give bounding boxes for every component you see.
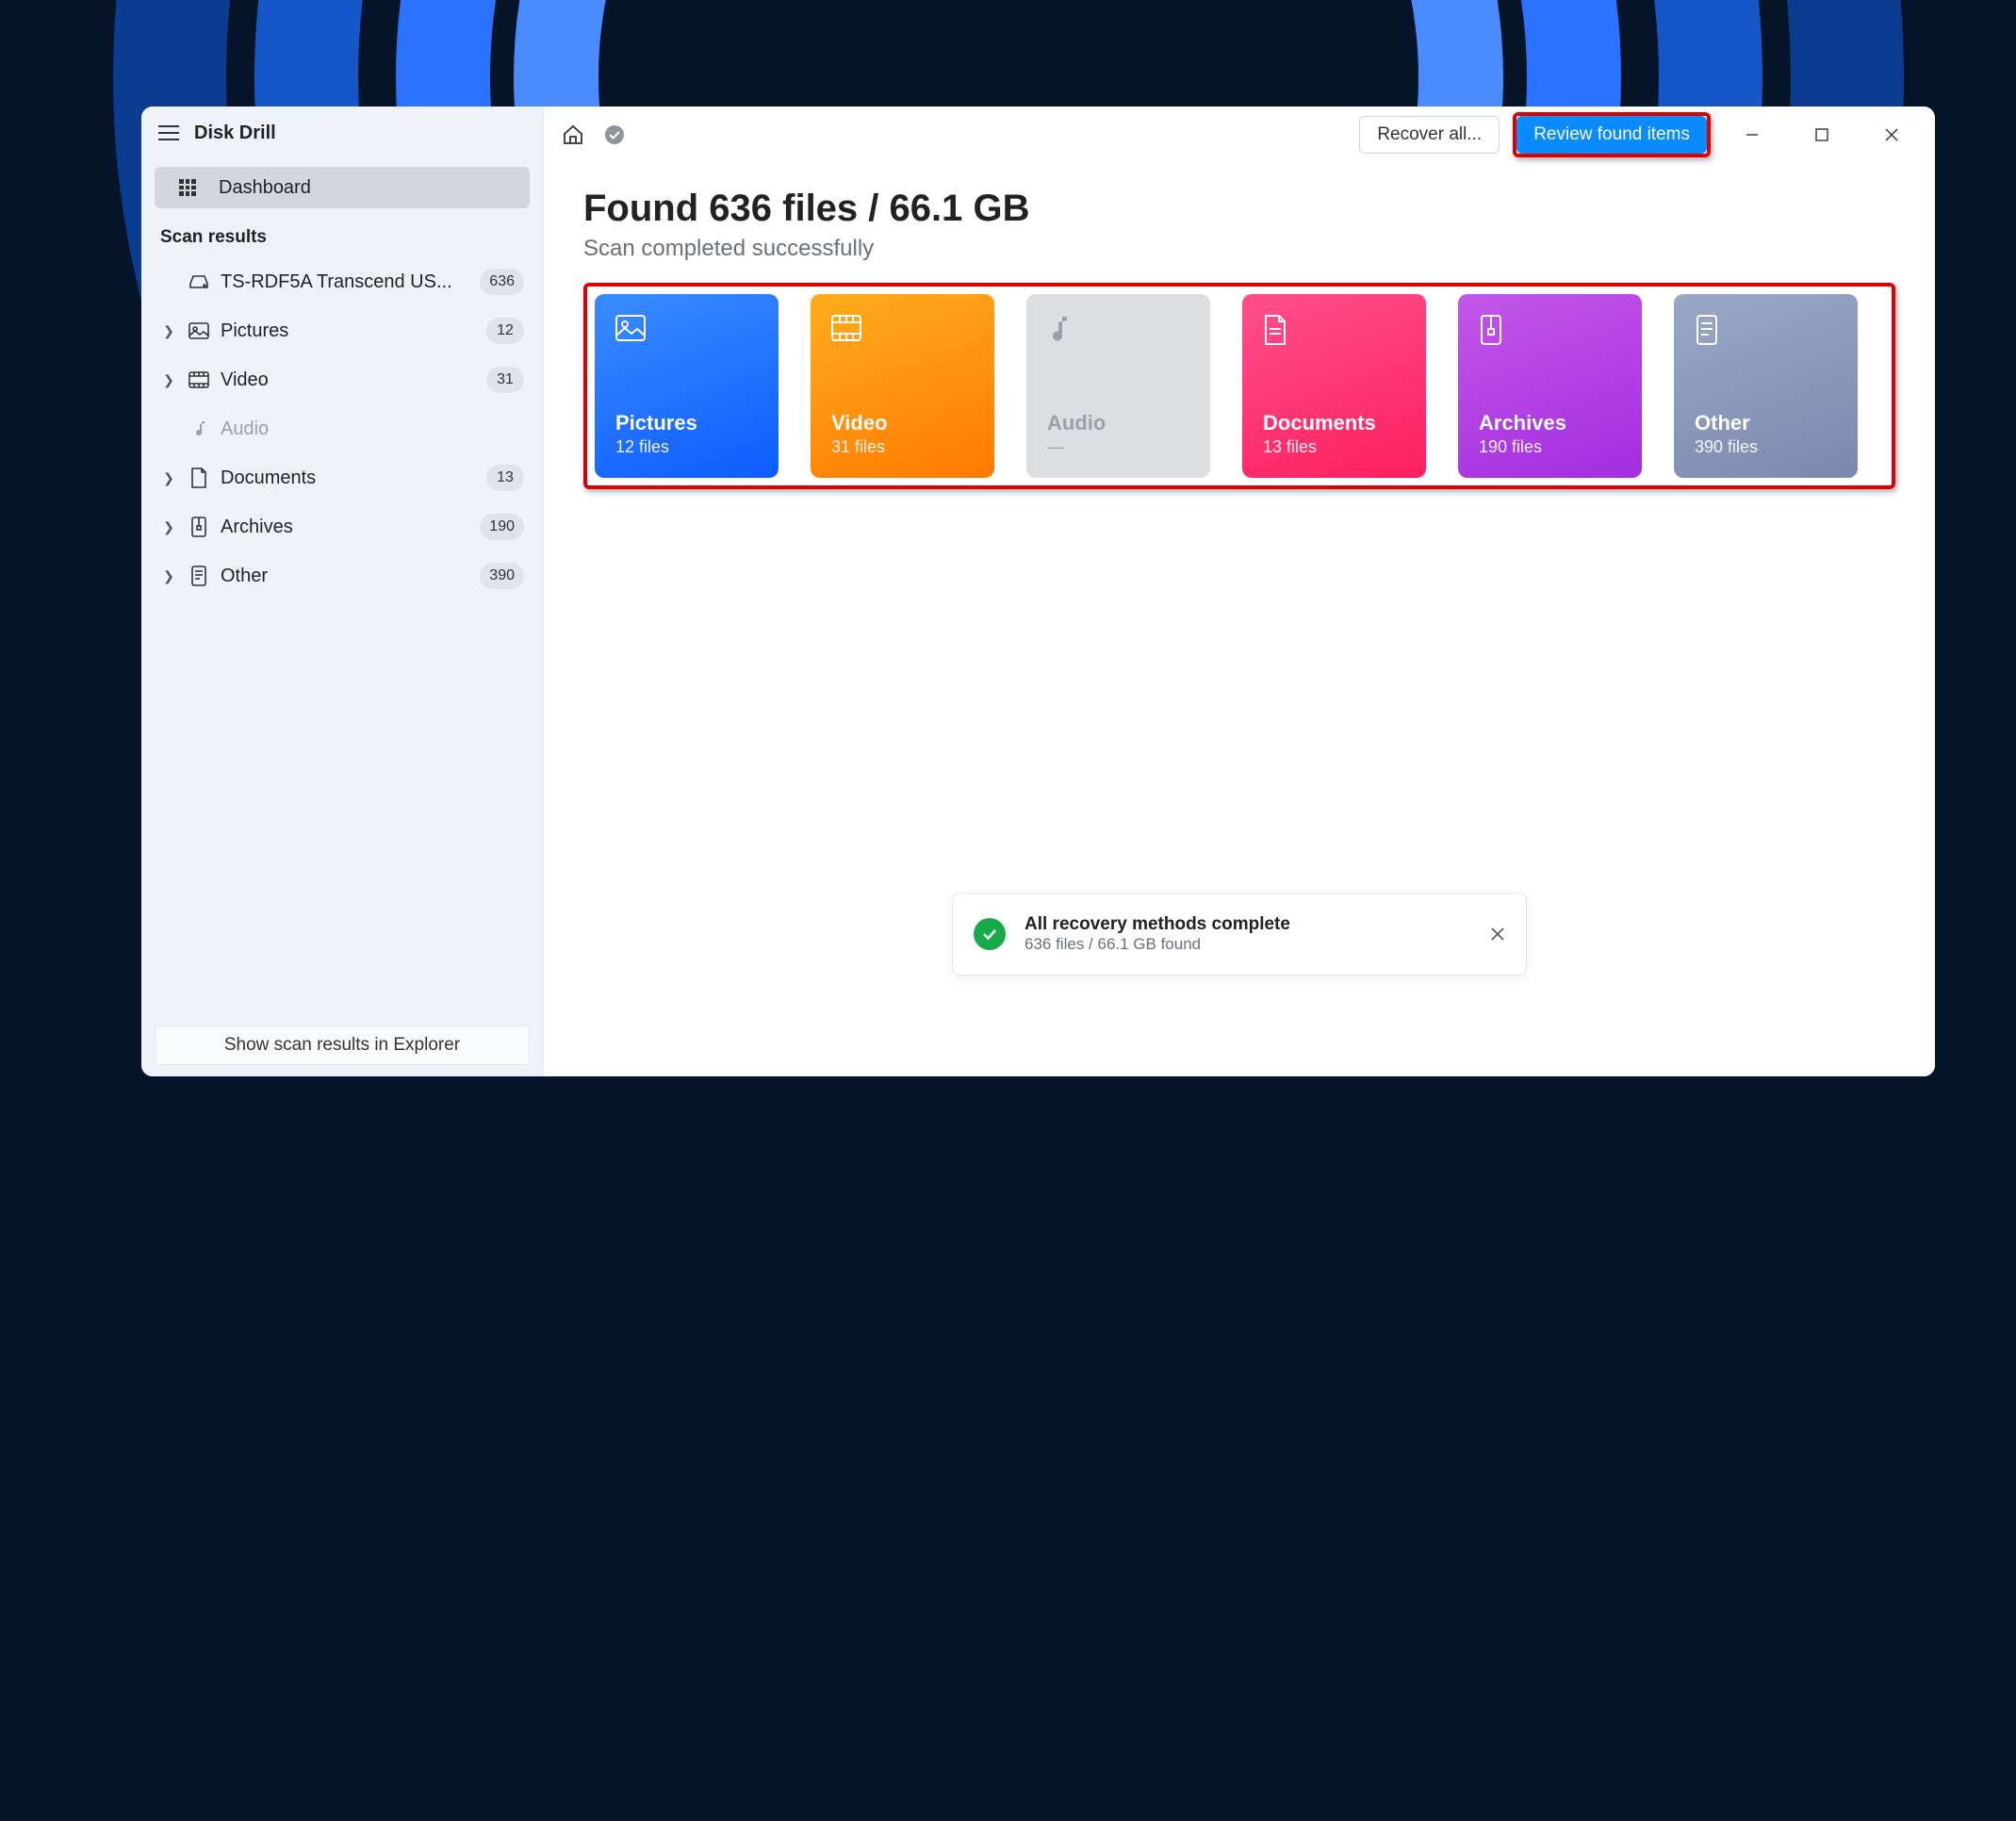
card-subtitle: 190 files — [1479, 437, 1621, 457]
archives-icon — [1479, 315, 1509, 345]
other-icon — [187, 566, 211, 586]
sidebar-item-archives[interactable]: ❯ Archives 190 — [155, 502, 530, 551]
completion-toast: All recovery methods complete 636 files … — [952, 893, 1527, 976]
window-close-button[interactable] — [1863, 116, 1920, 154]
chevron-right-icon: ❯ — [160, 372, 177, 388]
documents-icon — [1263, 315, 1293, 345]
sidebar-item-documents[interactable]: ❯ Documents 13 — [155, 453, 530, 502]
checkmark-status-icon[interactable] — [600, 121, 629, 149]
dashboard-label: Dashboard — [219, 177, 311, 199]
video-icon — [187, 371, 211, 388]
dashboard-grid-icon — [179, 179, 196, 196]
sidebar-item-video[interactable]: ❯ Video 31 — [155, 355, 530, 404]
review-found-items-button[interactable]: Review found items — [1516, 116, 1707, 154]
dashboard-button[interactable]: Dashboard — [155, 167, 530, 208]
sidebar: Disk Drill Dashboard Scan results TS-RDF… — [141, 107, 544, 1076]
card-documents[interactable]: Documents 13 files — [1242, 294, 1426, 478]
toast-subtitle: 636 files / 66.1 GB found — [1024, 935, 1471, 954]
card-audio: Audio — — [1026, 294, 1210, 478]
sidebar-item-label: Pictures — [221, 320, 477, 342]
hamburger-menu-icon[interactable] — [158, 125, 179, 140]
archives-icon — [187, 517, 211, 537]
audio-icon — [187, 419, 211, 438]
sidebar-item-label: Documents — [221, 468, 477, 489]
results-headline: Found 636 files / 66.1 GB — [583, 188, 1895, 230]
count-badge: 12 — [486, 318, 524, 344]
sidebar-item-audio[interactable]: Audio — [155, 404, 530, 453]
chevron-right-icon: ❯ — [160, 470, 177, 486]
checkmark-success-icon — [974, 918, 1006, 950]
count-badge: 390 — [480, 563, 524, 589]
app-title: Disk Drill — [194, 123, 276, 144]
card-subtitle: 390 files — [1695, 437, 1837, 457]
card-title: Archives — [1479, 411, 1621, 435]
main-content: Recover all... Review found items Found … — [544, 107, 1935, 1076]
card-archives[interactable]: Archives 190 files — [1458, 294, 1642, 478]
device-label: TS-RDF5A Transcend US... — [221, 271, 470, 293]
card-title: Audio — [1047, 411, 1189, 435]
window-minimize-button[interactable] — [1724, 116, 1780, 154]
drive-icon — [187, 274, 211, 289]
results-subhead: Scan completed successfully — [583, 236, 1895, 262]
chevron-right-icon: ❯ — [160, 568, 177, 584]
count-badge: 31 — [486, 367, 524, 393]
toast-title: All recovery methods complete — [1024, 914, 1471, 935]
chevron-right-icon: ❯ — [160, 323, 177, 339]
home-icon[interactable] — [559, 121, 587, 149]
app-window: Disk Drill Dashboard Scan results TS-RDF… — [141, 107, 1935, 1076]
other-icon — [1695, 315, 1725, 345]
sidebar-item-pictures[interactable]: ❯ Pictures 12 — [155, 306, 530, 355]
card-pictures[interactable]: Pictures 12 files — [595, 294, 779, 478]
pictures-icon — [615, 315, 646, 345]
chevron-right-icon: ❯ — [160, 519, 177, 535]
show-in-explorer-button[interactable]: Show scan results in Explorer — [155, 1025, 530, 1065]
pictures-icon — [187, 322, 211, 339]
explorer-button-label: Show scan results in Explorer — [224, 1035, 460, 1056]
device-count-badge: 636 — [480, 269, 524, 295]
documents-icon — [187, 468, 211, 488]
video-icon — [831, 315, 861, 345]
card-subtitle: 12 files — [615, 437, 758, 457]
highlight-annotation: Pictures 12 files Video 31 files — [583, 283, 1895, 489]
card-subtitle: 31 files — [831, 437, 974, 457]
device-item[interactable]: TS-RDF5A Transcend US... 636 — [155, 257, 530, 306]
card-title: Other — [1695, 411, 1837, 435]
recover-all-button[interactable]: Recover all... — [1359, 116, 1500, 154]
count-badge: 13 — [486, 465, 524, 491]
card-title: Documents — [1263, 411, 1405, 435]
card-title: Pictures — [615, 411, 758, 435]
sidebar-item-label: Video — [221, 369, 477, 391]
card-subtitle: 13 files — [1263, 437, 1405, 457]
sidebar-item-label: Archives — [221, 517, 470, 538]
highlight-annotation: Review found items — [1513, 112, 1711, 157]
card-title: Video — [831, 411, 974, 435]
scan-results-heading: Scan results — [155, 220, 530, 257]
audio-icon — [1047, 315, 1077, 345]
sidebar-item-label: Audio — [221, 418, 524, 440]
card-subtitle: — — [1047, 437, 1189, 457]
card-video[interactable]: Video 31 files — [811, 294, 994, 478]
count-badge: 190 — [480, 514, 524, 540]
card-other[interactable]: Other 390 files — [1674, 294, 1858, 478]
sidebar-item-label: Other — [221, 566, 470, 587]
sidebar-item-other[interactable]: ❯ Other 390 — [155, 551, 530, 600]
window-maximize-button[interactable] — [1794, 116, 1850, 154]
topbar: Recover all... Review found items — [544, 107, 1935, 163]
toast-close-button[interactable] — [1490, 927, 1505, 942]
